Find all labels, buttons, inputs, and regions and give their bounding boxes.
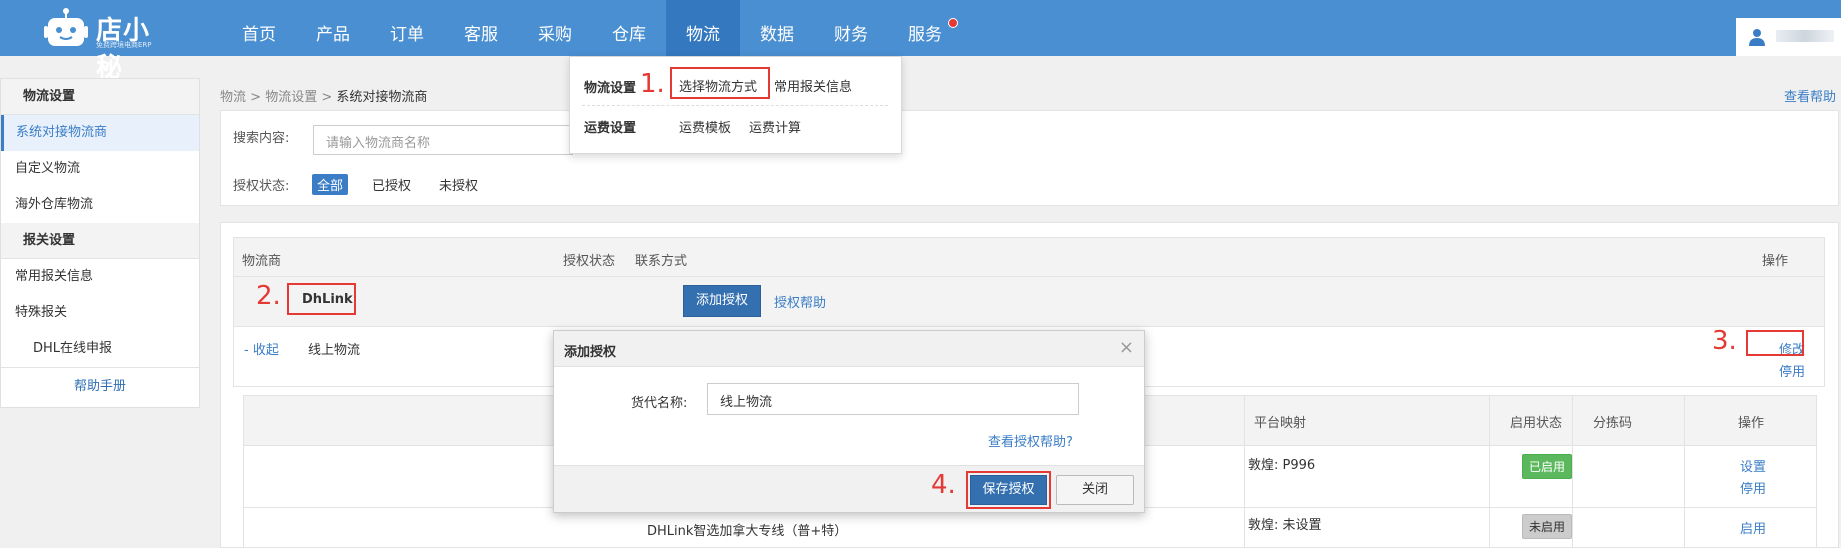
nav-services[interactable]: 服务 bbox=[888, 0, 962, 56]
close-icon[interactable]: × bbox=[1119, 337, 1134, 358]
main-nav: 首页 产品 订单 客服 采购 仓库 物流 数据 财务 服务 bbox=[222, 0, 962, 56]
breadcrumb-separator: > bbox=[250, 90, 266, 105]
sidebar-item-dhl-declaration[interactable]: DHL在线申报 bbox=[1, 331, 199, 367]
sidebar-item-common-customs[interactable]: 常用报关信息 bbox=[1, 259, 199, 295]
logo-subtitle: 免费跨境电商ERP bbox=[96, 41, 152, 49]
dropdown-group-logistics-settings: 物流设置 bbox=[584, 81, 637, 96]
filter-authorized[interactable]: 已授权 bbox=[367, 174, 416, 195]
nav-data[interactable]: 数据 bbox=[740, 0, 814, 56]
col-contact: 联系方式 bbox=[635, 254, 688, 269]
sidebar: 物流设置 系统对接物流商 自定义物流 海外仓库物流 报关设置 常用报关信息 特殊… bbox=[0, 78, 200, 408]
nav-products[interactable]: 产品 bbox=[296, 0, 370, 56]
nav-customer-service[interactable]: 客服 bbox=[444, 0, 518, 56]
table-header: 物流商 授权状态 联系方式 操作 bbox=[233, 237, 1825, 277]
column-divider bbox=[1244, 396, 1245, 548]
nav-logistics[interactable]: 物流 bbox=[666, 0, 740, 56]
enable-channel-link[interactable]: 启用 bbox=[1740, 518, 1766, 537]
menu-freight-calculator[interactable]: 运费计算 bbox=[749, 117, 801, 136]
view-help-link[interactable]: 查看帮助 bbox=[1784, 86, 1836, 105]
menu-freight-template[interactable]: 运费模板 bbox=[679, 117, 731, 136]
robot-logo-icon bbox=[44, 8, 88, 46]
step-1-marker: 1. bbox=[640, 69, 665, 99]
save-auth-button[interactable]: 保存授权 bbox=[970, 475, 1047, 505]
sidebar-group-customs-settings: 报关设置 bbox=[1, 223, 199, 259]
highlight-edit bbox=[1746, 330, 1804, 356]
settings-link[interactable]: 设置 bbox=[1740, 456, 1766, 475]
search-label: 搜索内容: bbox=[233, 131, 290, 146]
disable-channel-link[interactable]: 停用 bbox=[1740, 478, 1766, 497]
table-row: DHLink智选加拿大专线（普+特） 敦煌: 未设置 未启用 启用 bbox=[244, 508, 1816, 548]
auth-status-label: 授权状态: bbox=[233, 179, 290, 194]
col-sort-code: 分拣码 bbox=[1593, 416, 1633, 431]
step-4-marker: 4. bbox=[931, 470, 956, 500]
dropdown-group-freight-settings: 运费设置 bbox=[584, 121, 637, 136]
col-inner-actions: 操作 bbox=[1738, 416, 1765, 431]
user-menu[interactable] bbox=[1736, 18, 1841, 56]
highlight-provider bbox=[287, 283, 356, 315]
nav-warehouse[interactable]: 仓库 bbox=[592, 0, 666, 56]
menu-select-logistics-method[interactable]: 选择物流方式 bbox=[679, 76, 757, 95]
add-auth-dialog: 添加授权 × 货代名称: 线上物流 查看授权帮助? 4. 保存授权 关闭 bbox=[553, 330, 1145, 513]
nav-home[interactable]: 首页 bbox=[222, 0, 296, 56]
add-auth-button[interactable]: 添加授权 bbox=[683, 285, 761, 317]
filter-all[interactable]: 全部 bbox=[312, 174, 349, 195]
step-2-marker: 2. bbox=[256, 281, 281, 311]
sidebar-item-system-carriers[interactable]: 系统对接物流商 bbox=[1, 115, 199, 151]
channel-name: DHLink智选加拿大专线（普+特） bbox=[647, 524, 848, 539]
col-platform-mapping: 平台映射 bbox=[1254, 416, 1307, 431]
column-divider bbox=[1684, 396, 1685, 548]
filter-unauthorized[interactable]: 未授权 bbox=[434, 174, 483, 195]
username-redacted bbox=[1776, 30, 1834, 42]
top-navbar: 店小秘 免费跨境电商ERP 首页 产品 订单 客服 采购 仓库 物流 数据 财务… bbox=[0, 0, 1841, 83]
breadcrumb: 物流 > 物流设置 > 系统对接物流商 bbox=[220, 86, 427, 105]
dialog-header: 添加授权 × bbox=[554, 331, 1144, 367]
search-input[interactable]: 请输入物流商名称 bbox=[313, 125, 573, 155]
search-panel: 搜索内容: 请输入物流商名称 授权状态: 全部 已授权 未授权 bbox=[220, 110, 1839, 206]
notification-dot bbox=[948, 18, 958, 28]
auth-help-link[interactable]: 授权帮助 bbox=[774, 292, 826, 311]
forwarder-name-label: 货代名称: bbox=[631, 396, 688, 411]
dialog-title: 添加授权 bbox=[564, 345, 617, 360]
sidebar-help-link[interactable]: 帮助手册 bbox=[1, 367, 199, 405]
disable-link[interactable]: 停用 bbox=[1779, 361, 1805, 380]
column-divider bbox=[1572, 396, 1573, 548]
sidebar-item-custom-logistics[interactable]: 自定义物流 bbox=[1, 151, 199, 187]
sidebar-group-logistics-settings: 物流设置 bbox=[1, 79, 199, 115]
collapse-link[interactable]: - 收起 bbox=[244, 339, 279, 358]
dropdown-divider bbox=[582, 105, 888, 106]
col-carrier: 物流商 bbox=[242, 254, 282, 269]
dialog-footer: 4. 保存授权 关闭 bbox=[554, 465, 1144, 512]
breadcrumb-current: 系统对接物流商 bbox=[336, 90, 428, 105]
col-enabled-status: 启用状态 bbox=[1510, 416, 1563, 431]
column-divider bbox=[1489, 396, 1490, 548]
platform-mapping: 敦煌: 未设置 bbox=[1248, 518, 1322, 533]
col-actions: 操作 bbox=[1762, 254, 1789, 269]
forwarder-name-input[interactable]: 线上物流 bbox=[707, 383, 1079, 415]
breadcrumb-separator: > bbox=[321, 90, 337, 105]
sidebar-item-special-customs[interactable]: 特殊报关 bbox=[1, 295, 199, 331]
provider-row: DhLink 添加授权 授权帮助 bbox=[233, 277, 1825, 327]
step-3-marker: 3. bbox=[1712, 326, 1737, 356]
sidebar-item-overseas-warehouse[interactable]: 海外仓库物流 bbox=[1, 187, 199, 223]
nav-services-label: 服务 bbox=[908, 25, 942, 45]
menu-common-customs-info[interactable]: 常用报关信息 bbox=[774, 76, 852, 95]
close-button[interactable]: 关闭 bbox=[1056, 475, 1134, 505]
logistics-dropdown-menu: 物流设置 1. 选择物流方式 常用报关信息 运费设置 运费模板 运费计算 bbox=[569, 56, 902, 154]
status-badge: 未启用 bbox=[1522, 514, 1573, 539]
user-icon bbox=[1749, 29, 1765, 46]
col-auth-status: 授权状态 bbox=[563, 254, 616, 269]
nav-orders[interactable]: 订单 bbox=[370, 0, 444, 56]
view-auth-help-link[interactable]: 查看授权帮助? bbox=[988, 431, 1073, 450]
platform-mapping: 敦煌: P996 bbox=[1248, 458, 1316, 473]
nav-purchasing[interactable]: 采购 bbox=[518, 0, 592, 56]
nav-finance[interactable]: 财务 bbox=[814, 0, 888, 56]
service-name: 线上物流 bbox=[308, 343, 361, 358]
status-badge: 已启用 bbox=[1522, 454, 1573, 479]
breadcrumb-logistics-settings[interactable]: 物流设置 bbox=[265, 90, 317, 105]
logo[interactable]: 店小秘 免费跨境电商ERP bbox=[44, 4, 174, 83]
breadcrumb-logistics[interactable]: 物流 bbox=[220, 90, 246, 105]
